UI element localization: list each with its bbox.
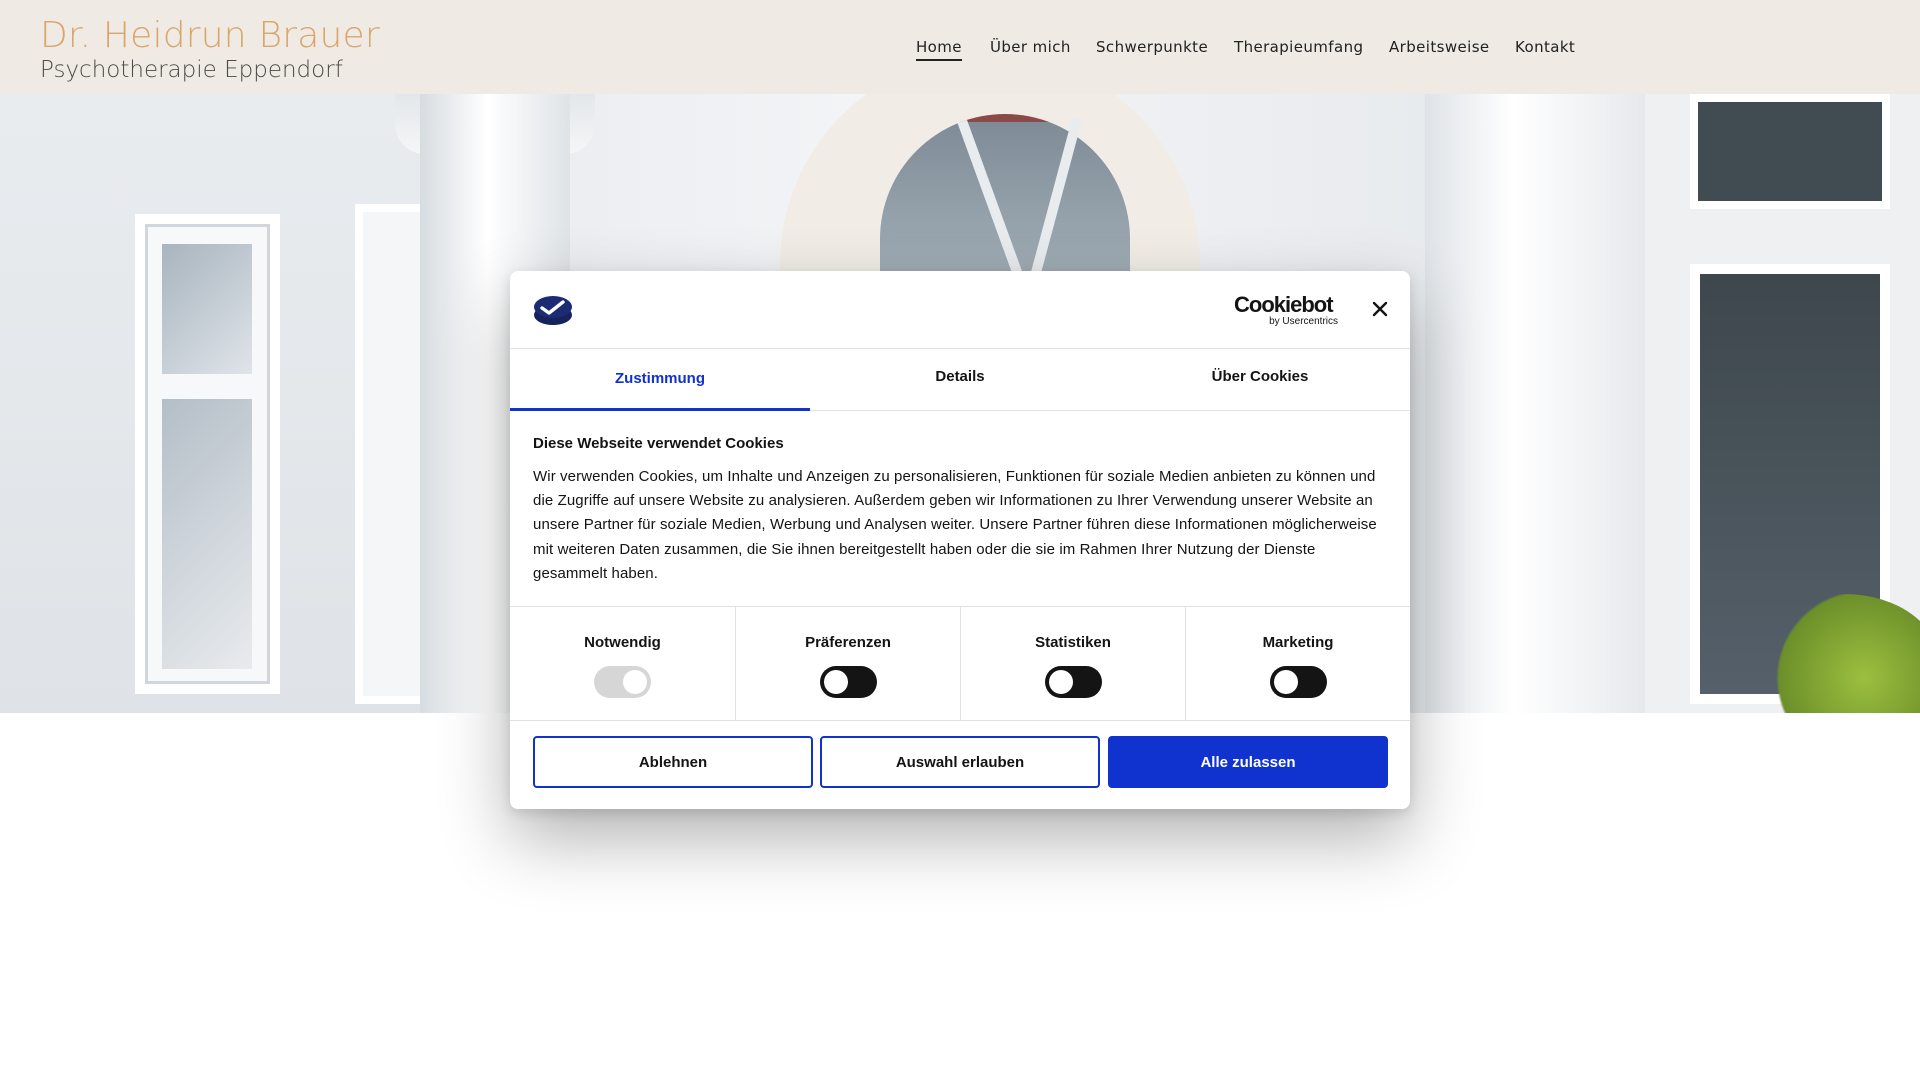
category-label: Marketing (1262, 634, 1334, 651)
hero-window-pane (162, 399, 252, 669)
category-statistiken: Statistiken (960, 607, 1185, 721)
nav-item-arbeitsweise[interactable]: Arbeitsweise (1389, 37, 1490, 57)
toggle-knob (1049, 670, 1073, 694)
toggle-statistiken[interactable] (1045, 666, 1102, 698)
category-notwendig: Notwendig (510, 607, 735, 721)
toggle-knob (1274, 670, 1298, 694)
tab-details[interactable]: Details (810, 349, 1110, 411)
dialog-description: Wir verwenden Cookies, um Inhalte und An… (533, 468, 1377, 582)
cookiebot-brand-by: by Usercentrics (1269, 316, 1338, 327)
toggle-praeferenzen[interactable] (820, 666, 877, 698)
tab-ueber-cookies[interactable]: Über Cookies (1110, 349, 1410, 411)
category-marketing: Marketing (1185, 607, 1410, 721)
dialog-header: Cookiebot by Usercentrics (510, 271, 1410, 349)
dialog-tabs: Zustimmung Details Über Cookies (510, 349, 1410, 411)
dialog-body: Diese Webseite verwendet Cookies Wir ver… (533, 434, 1383, 586)
toggle-knob (623, 670, 647, 694)
category-label: Präferenzen (805, 634, 891, 651)
close-icon[interactable] (1370, 299, 1390, 319)
nav-item-ueber-mich[interactable]: Über mich (990, 37, 1071, 57)
toggle-notwendig (594, 666, 651, 698)
cookie-consent-dialog: Cookiebot by Usercentrics Zustimmung Det… (510, 271, 1410, 809)
cookiebot-logo-icon (534, 296, 572, 325)
toggle-marketing[interactable] (1270, 666, 1327, 698)
dialog-title: Diese Webseite verwendet Cookies (533, 435, 784, 452)
main-navigation: Home Über mich Schwerpunkte Therapieumfa… (0, 0, 1920, 94)
consent-categories: Notwendig Präferenzen Statistiken Market… (510, 606, 1410, 721)
allow-all-button[interactable]: Alle zulassen (1108, 736, 1388, 788)
nav-item-home[interactable]: Home (916, 37, 962, 61)
toggle-knob (824, 670, 848, 694)
site-header: Dr. Heidrun Brauer Psychotherapie Eppend… (0, 0, 1920, 94)
category-label: Notwendig (584, 634, 661, 651)
nav-item-therapieumfang[interactable]: Therapieumfang (1234, 37, 1363, 57)
allow-selection-button[interactable]: Auswahl erlauben (820, 736, 1100, 788)
cookiebot-brand-name: Cookiebot (1234, 292, 1334, 317)
hero-window-pane (162, 244, 252, 374)
hero-column-right (1425, 94, 1645, 713)
nav-item-schwerpunkte[interactable]: Schwerpunkte (1096, 37, 1208, 57)
nav-item-kontakt[interactable]: Kontakt (1515, 37, 1575, 57)
cookiebot-brand: Cookiebot by Usercentrics (1234, 293, 1338, 327)
category-label: Statistiken (1035, 634, 1111, 651)
hero-window-right-top (1690, 94, 1890, 209)
category-praeferenzen: Präferenzen (735, 607, 960, 721)
deny-button[interactable]: Ablehnen (533, 736, 813, 788)
tab-zustimmung[interactable]: Zustimmung (510, 349, 810, 411)
